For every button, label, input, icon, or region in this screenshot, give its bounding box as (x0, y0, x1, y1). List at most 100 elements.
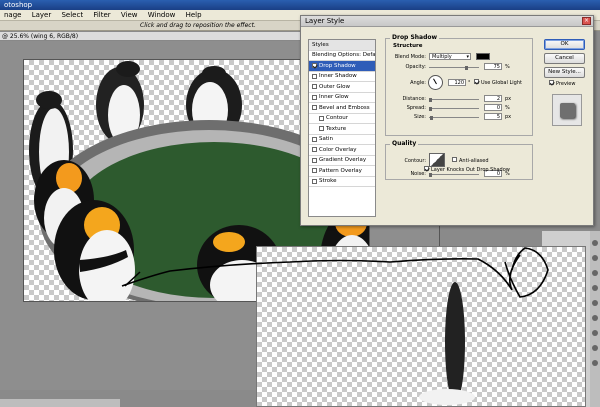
ok-button[interactable]: OK (544, 39, 585, 50)
checkbox-icon[interactable] (312, 94, 317, 100)
menu-select[interactable]: Select (57, 10, 87, 21)
angle-row: Angle: 120 ° Use Global Light (386, 75, 534, 91)
opacity-label: Opacity: (405, 64, 426, 70)
checkbox-icon[interactable] (312, 147, 317, 153)
angle-unit: ° (468, 80, 471, 86)
style-item-satin[interactable]: Satin (309, 135, 375, 145)
style-item-inner-shadow[interactable]: Inner Shadow (309, 72, 375, 82)
style-item-bevel-emboss[interactable]: Bevel and Emboss (309, 103, 375, 114)
checkbox-icon[interactable] (549, 80, 554, 85)
distance-field[interactable]: 2 (484, 95, 502, 102)
structure-title: Structure (393, 43, 423, 49)
blend-mode-label: Blend Mode: (394, 54, 426, 60)
shadow-color-swatch[interactable] (476, 53, 490, 60)
checkbox-icon[interactable] (319, 115, 324, 121)
size-field[interactable]: 5 (484, 113, 502, 120)
spread-slider[interactable] (429, 108, 479, 109)
checkbox-icon[interactable] (312, 178, 317, 184)
style-preview-thumbnail (552, 94, 582, 126)
style-item-outer-glow[interactable]: Outer Glow (309, 82, 375, 93)
checkbox-icon[interactable] (424, 166, 429, 171)
style-item-color-overlay[interactable]: Color Overlay (309, 145, 375, 156)
menu-image[interactable]: nage (0, 10, 25, 21)
style-item-texture[interactable]: Texture (309, 124, 375, 135)
style-item-inner-glow[interactable]: Inner Glow (309, 93, 375, 103)
contour-label: Contour: (404, 158, 426, 164)
opacity-slider[interactable] (429, 67, 479, 68)
checkbox-icon[interactable] (319, 126, 324, 132)
menu-view[interactable]: View (117, 10, 142, 21)
angle-field[interactable]: 120 (448, 79, 466, 86)
distance-row: Distance: 2 px (386, 95, 534, 103)
anti-aliased-label: Anti-aliased (459, 158, 489, 164)
style-item-label: Texture (326, 125, 347, 132)
cancel-button[interactable]: Cancel (544, 53, 585, 64)
style-item-pattern-overlay[interactable]: Pattern Overlay (309, 166, 375, 177)
global-light-option[interactable]: Use Global Light (474, 79, 522, 87)
size-unit: px (505, 114, 512, 120)
opacity-field[interactable]: 75 (484, 63, 502, 70)
checkbox-icon[interactable] (474, 79, 479, 84)
style-item-label: Satin (319, 136, 334, 143)
style-item-drop-shadow[interactable]: Drop Shadow (309, 61, 375, 72)
dialog-titlebar[interactable]: Layer Style × (301, 16, 593, 27)
menu-filter[interactable]: Filter (89, 10, 114, 21)
size-slider-thumb[interactable] (430, 116, 433, 120)
panel-icon[interactable] (592, 240, 598, 246)
close-icon[interactable]: × (582, 17, 591, 25)
checkbox-icon[interactable] (312, 157, 317, 163)
spread-unit: % (505, 105, 510, 111)
checkbox-icon[interactable] (312, 168, 317, 174)
menu-window[interactable]: Window (144, 10, 180, 21)
style-item-label: Inner Glow (319, 94, 349, 101)
style-item-label: Drop Shadow (319, 62, 356, 69)
panel-icon[interactable] (592, 300, 598, 306)
preview-option[interactable]: Preview (549, 80, 575, 88)
blend-mode-select[interactable]: Multiply (429, 53, 471, 60)
distance-slider-thumb[interactable] (429, 98, 432, 102)
menu-help[interactable]: Help (182, 10, 206, 21)
styles-header[interactable]: Styles (309, 40, 375, 51)
secondary-canvas[interactable] (256, 246, 586, 407)
panel-icon[interactable] (592, 285, 598, 291)
knockout-option[interactable]: Layer Knocks Out Drop Shadow (424, 166, 510, 174)
checkbox-icon[interactable] (312, 136, 317, 142)
style-item-contour[interactable]: Contour (309, 114, 375, 124)
style-item-label: Bevel and Emboss (319, 104, 370, 111)
panel-icon[interactable] (592, 330, 598, 336)
noise-label: Noise: (410, 171, 426, 177)
contour-picker[interactable] (429, 153, 445, 167)
blending-options-item[interactable]: Blending Options: Default (309, 51, 375, 61)
opacity-slider-thumb[interactable] (465, 66, 468, 70)
quality-section: Quality Contour: Anti-aliased Noise: 0 % (385, 140, 533, 180)
spread-row: Spread: 0 % (386, 104, 534, 112)
panel-icon[interactable] (592, 360, 598, 366)
style-item-stroke[interactable]: Stroke (309, 177, 375, 187)
secondary-drawing (419, 282, 475, 405)
styles-list: Styles Blending Options: Default Drop Sh… (308, 39, 376, 217)
anti-aliased-option[interactable]: Anti-aliased (452, 157, 489, 165)
panel-icon[interactable] (592, 315, 598, 321)
style-item-label: Outer Glow (319, 83, 351, 90)
angle-dial[interactable] (428, 75, 443, 90)
menu-layer[interactable]: Layer (28, 10, 56, 21)
checkbox-icon[interactable] (312, 84, 317, 90)
spread-field[interactable]: 0 (484, 104, 502, 111)
size-slider[interactable] (429, 117, 479, 118)
new-style-button[interactable]: New Style... (544, 67, 585, 78)
drop-shadow-title: Drop Shadow (390, 34, 440, 41)
checkbox-icon[interactable] (452, 157, 457, 162)
spread-label: Spread: (406, 105, 426, 111)
drop-shadow-section: Drop Shadow Structure Blend Mode: Multip… (385, 34, 534, 136)
distance-slider[interactable] (429, 99, 479, 100)
panel-icon[interactable] (592, 270, 598, 276)
noise-slider[interactable] (429, 174, 479, 175)
checkbox-icon[interactable] (312, 105, 317, 111)
spread-slider-thumb[interactable] (429, 107, 432, 111)
status-bar (0, 399, 120, 407)
checkbox-icon[interactable] (312, 73, 317, 79)
checkbox-icon[interactable] (312, 63, 317, 69)
style-item-gradient-overlay[interactable]: Gradient Overlay (309, 156, 375, 166)
panel-icon[interactable] (592, 255, 598, 261)
panel-icon[interactable] (592, 345, 598, 351)
